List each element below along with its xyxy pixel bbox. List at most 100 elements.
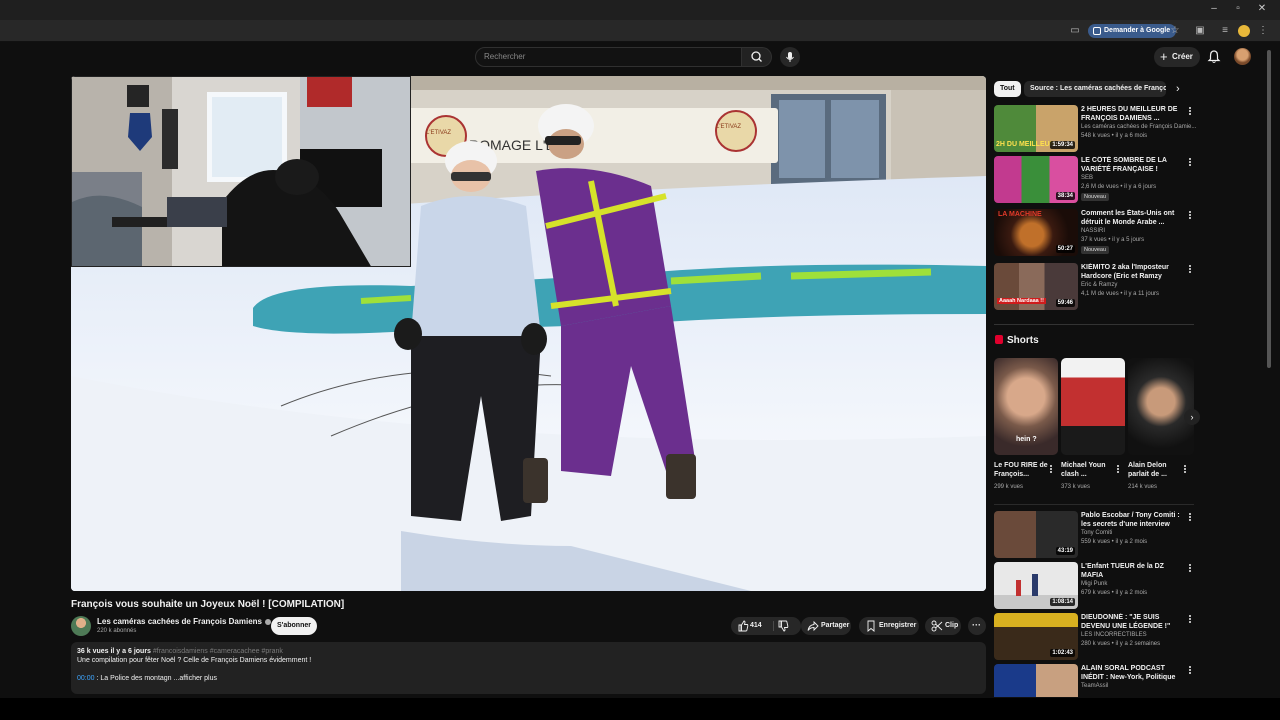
more-vertical-icon[interactable] bbox=[1115, 464, 1121, 476]
figure-shape bbox=[1016, 580, 1021, 596]
short-overlay-text: hein ? bbox=[1016, 436, 1037, 443]
bookmark-icon bbox=[867, 620, 875, 632]
more-horizontal-icon: ··· bbox=[972, 620, 981, 630]
channel-name[interactable]: TeamAssil bbox=[1081, 683, 1108, 689]
video-title[interactable]: Comment les États-Unis ont détruit le Mo… bbox=[1081, 209, 1187, 227]
recommendation-item[interactable]: ALAIN SORAL PODCAST INÉDIT : New-York, P… bbox=[994, 664, 1194, 697]
more-vertical-icon[interactable] bbox=[1187, 264, 1193, 276]
screen-cast-icon[interactable]: ▭ bbox=[1068, 24, 1082, 38]
video-thumbnail[interactable]: LA MACHINE 50:27 bbox=[994, 209, 1078, 256]
channel-name[interactable]: SEB bbox=[1081, 175, 1093, 181]
recommendation-item[interactable]: 1:08:14 L'Enfant TUEUR de la DZ MAFIA Mi… bbox=[994, 562, 1194, 610]
search-input[interactable]: Rechercher bbox=[475, 47, 742, 67]
video-title[interactable]: KIÉMITO 2 aka l'Imposteur Hardcore (Eric… bbox=[1081, 263, 1187, 281]
channel-name[interactable]: Les caméras cachées de François Damiens bbox=[97, 617, 271, 626]
video-thumbnail[interactable]: 43:19 bbox=[994, 511, 1078, 558]
recommendation-item[interactable]: 2H DU MEILLEUR 1:59:34 2 HEURES DU MEILL… bbox=[994, 105, 1196, 153]
short-views: 214 k vues bbox=[1128, 484, 1158, 490]
more-vertical-icon[interactable] bbox=[1187, 563, 1193, 575]
section-divider bbox=[994, 324, 1194, 325]
video-title[interactable]: Pablo Escobar / Tony Comiti : les secret… bbox=[1081, 511, 1187, 529]
subscribe-button[interactable]: S'abonner bbox=[271, 617, 317, 635]
channel-name-text[interactable]: Les caméras cachées de François Damiens bbox=[97, 617, 262, 626]
recommendation-item[interactable]: LA MACHINE 50:27 Comment les États-Unis … bbox=[994, 209, 1194, 257]
figure-shape bbox=[1032, 574, 1038, 596]
chapter-label: : La Police des montagn bbox=[94, 675, 172, 682]
notifications-bell-icon[interactable] bbox=[1206, 49, 1222, 65]
close-window-icon[interactable]: ✕ bbox=[1254, 3, 1270, 14]
video-thumbnail[interactable]: 1:02:43 bbox=[994, 613, 1078, 660]
profile-icon[interactable] bbox=[1238, 25, 1250, 37]
recommendation-item[interactable]: Aaaah Nardaaa !! 59:46 KIÉMITO 2 aka l'I… bbox=[994, 263, 1194, 311]
recommendation-item[interactable]: 43:19 Pablo Escobar / Tony Comiti : les … bbox=[994, 511, 1194, 559]
channel-name[interactable]: NASSIRI bbox=[1081, 228, 1105, 234]
chevron-right-icon[interactable]: › bbox=[1176, 81, 1190, 97]
extensions-icon[interactable]: ▣ bbox=[1193, 24, 1207, 38]
chip-all[interactable]: Tout bbox=[994, 81, 1021, 97]
thumbs-up-icon[interactable] bbox=[737, 620, 749, 632]
new-badge: Nouveau bbox=[1081, 193, 1110, 201]
more-vertical-icon[interactable] bbox=[1048, 464, 1054, 476]
shorts-next-button[interactable]: › bbox=[1184, 409, 1200, 425]
voice-search-button[interactable] bbox=[780, 47, 800, 67]
clip-button[interactable]: Clip bbox=[925, 617, 961, 635]
channel-avatar[interactable] bbox=[71, 616, 91, 636]
channel-name[interactable]: Tony Comiti bbox=[1081, 530, 1112, 536]
more-vertical-icon[interactable] bbox=[1187, 614, 1193, 626]
video-title[interactable]: L'Enfant TUEUR de la DZ MAFIA bbox=[1081, 562, 1187, 580]
chapter-timestamp[interactable]: 00:00 bbox=[77, 675, 95, 682]
video-thumbnail[interactable]: 38:34 bbox=[994, 156, 1078, 203]
webcam-scene bbox=[72, 77, 410, 266]
video-thumbnail[interactable] bbox=[994, 664, 1078, 697]
more-vertical-icon[interactable] bbox=[1187, 512, 1193, 524]
video-title[interactable]: LE CÔTÉ SOMBRE DE LA VARIÉTÉ FRANÇAISE ! bbox=[1081, 156, 1187, 174]
video-thumbnail[interactable]: 2H DU MEILLEUR 1:59:34 bbox=[994, 105, 1078, 152]
recommendation-item[interactable]: 38:34 LE CÔTÉ SOMBRE DE LA VARIÉTÉ FRANÇ… bbox=[994, 156, 1194, 204]
short-title[interactable]: Michael Youn clash ... bbox=[1061, 461, 1115, 479]
page-scrollbar[interactable] bbox=[1267, 50, 1271, 368]
video-title[interactable]: 2 HEURES DU MEILLEUR DE FRANÇOIS DAMIENS… bbox=[1081, 105, 1187, 123]
more-vertical-icon[interactable] bbox=[1187, 157, 1193, 169]
video-thumbnail[interactable]: Aaaah Nardaaa !! 59:46 bbox=[994, 263, 1078, 310]
short-title[interactable]: Alain Delon parlait de ... bbox=[1128, 461, 1182, 479]
channel-name[interactable]: LES INCORRECTIBLES bbox=[1081, 632, 1147, 638]
minimize-icon[interactable]: – bbox=[1206, 3, 1222, 14]
short-title[interactable]: Le FOU RIRE de François... bbox=[994, 461, 1048, 479]
recommendation-item[interactable]: 1:02:43 DIEUDONNÉ : "JE SUIS DEVENU UNE … bbox=[994, 613, 1194, 661]
short-thumbnail[interactable]: hein ? bbox=[994, 358, 1058, 455]
like-count[interactable]: 414 bbox=[750, 617, 762, 635]
channel-name[interactable]: Migi Punk bbox=[1081, 581, 1107, 587]
create-button[interactable]: + Créer bbox=[1154, 47, 1200, 67]
video-duration: 43:19 bbox=[1055, 547, 1075, 555]
subscriber-count: 220 k abonnés bbox=[97, 628, 137, 634]
media-icon[interactable]: ≡ bbox=[1218, 24, 1232, 38]
video-title[interactable]: DIEUDONNÉ : "JE SUIS DEVENU UNE LÉGENDE … bbox=[1081, 613, 1187, 631]
short-thumbnail[interactable] bbox=[1128, 358, 1194, 455]
more-actions-button[interactable]: ··· bbox=[968, 617, 986, 635]
more-vertical-icon[interactable] bbox=[1187, 665, 1193, 677]
channel-name[interactable]: Eric & Ramzy bbox=[1081, 282, 1117, 288]
description-box[interactable]: 36 k vues il y a 6 jours #francoisdamien… bbox=[71, 642, 986, 694]
chip-source[interactable]: Source : Les caméras cachées de François… bbox=[1024, 81, 1166, 97]
show-more-link[interactable]: ...afficher plus bbox=[172, 675, 217, 682]
save-button[interactable]: Enregistrer bbox=[859, 617, 919, 635]
share-button[interactable]: Partager bbox=[801, 617, 851, 635]
video-thumbnail[interactable]: 1:08:14 bbox=[994, 562, 1078, 609]
browser-menu-icon[interactable]: ⋮ bbox=[1256, 24, 1270, 38]
more-vertical-icon[interactable] bbox=[1187, 106, 1193, 118]
bookmark-star-icon[interactable]: ☆ bbox=[1168, 24, 1182, 38]
short-thumbnail[interactable] bbox=[1061, 358, 1125, 455]
search-button[interactable] bbox=[742, 47, 772, 67]
short-views: 373 k vues bbox=[1061, 484, 1091, 490]
more-vertical-icon[interactable] bbox=[1187, 210, 1193, 222]
ask-google-button[interactable]: Demander à Google bbox=[1088, 24, 1177, 38]
thumbs-down-icon[interactable] bbox=[777, 620, 789, 632]
channel-name[interactable]: Les caméras cachées de François Damie... bbox=[1081, 124, 1196, 130]
avatar[interactable] bbox=[1234, 48, 1251, 65]
thumbnail-caption: 2H DU MEILLEUR bbox=[996, 141, 1055, 148]
video-title[interactable]: ALAIN SORAL PODCAST INÉDIT : New-York, P… bbox=[1081, 664, 1187, 682]
maximize-icon[interactable]: ▫ bbox=[1230, 3, 1246, 14]
more-vertical-icon[interactable] bbox=[1182, 464, 1188, 476]
video-player[interactable]: ROMAGE L'ET L'ETIVAZ L'ETIVAZ bbox=[71, 76, 986, 591]
hashtags[interactable]: #francoisdamiens #cameracachee #prank bbox=[153, 648, 283, 655]
